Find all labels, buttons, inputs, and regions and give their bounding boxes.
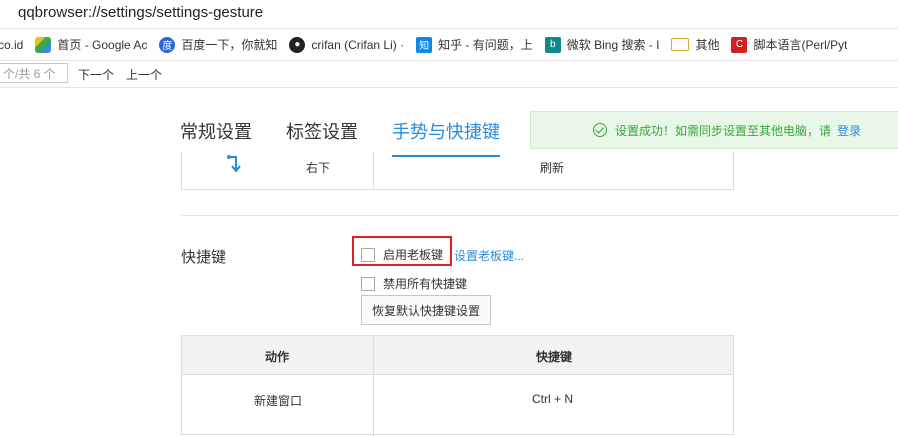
find-bar: 个/共 6 个 下一个 上一个	[0, 61, 898, 88]
zhihu-icon: 知	[416, 36, 433, 53]
settings-page: 常规设置 标签设置 手势与快捷键 设置成功！如需同步设置至其他电脑，请 登录 右…	[0, 88, 898, 436]
settings-tabs: 常规设置 标签设置 手势与快捷键	[180, 118, 534, 157]
bookmark-item[interactable]: 知 知乎 - 有问题，上	[416, 36, 533, 53]
bookmark-item[interactable]: 其他	[671, 36, 719, 53]
success-notice: 设置成功！如需同步设置至其他电脑，请 登录	[530, 111, 898, 149]
bookmark-item[interactable]: 首页 - Google Ac	[35, 36, 147, 53]
disable-all-row[interactable]: 禁用所有快捷键	[361, 275, 467, 292]
boss-key-label[interactable]: 启用老板键	[383, 246, 443, 263]
address-bar[interactable]: qqbrowser://settings/settings-gesture	[0, 0, 898, 29]
bookmark-item[interactable]: C 脚本语言(Perl/Pyt	[731, 36, 847, 53]
gesture-table: 右下 刷新	[181, 152, 734, 190]
folder-icon	[671, 38, 690, 51]
set-boss-key-link[interactable]: 设置老板键...	[454, 247, 524, 264]
tab-gesture-shortcuts[interactable]: 手势与快捷键	[392, 118, 500, 157]
bookmark-item[interactable]: ● crifan (Crifan Li) ·	[289, 36, 405, 53]
find-prev-button[interactable]: 上一个	[126, 66, 162, 83]
baidu-icon: 度	[159, 36, 176, 53]
boss-key-row[interactable]: 启用老板键	[361, 246, 443, 263]
column-header-action: 动作	[265, 350, 290, 364]
shortcuts-table: 动作 快捷键 新建窗口 Ctrl + N	[181, 335, 734, 436]
check-circle-icon	[593, 123, 607, 137]
google-ads-icon	[35, 36, 52, 53]
bookmark-label: 首页 - Google Ac	[57, 38, 148, 52]
github-icon: ●	[289, 36, 306, 53]
column-header-keys: 快捷键	[536, 350, 573, 364]
bookmark-item[interactable]: 度 百度一下，你就知	[159, 36, 277, 53]
bookmark-label: 百度一下，你就知	[181, 38, 278, 52]
find-next-button[interactable]: 下一个	[78, 66, 114, 83]
gesture-cell: 右下	[182, 152, 374, 189]
section-divider	[181, 215, 898, 216]
arrow-right-down-icon	[227, 155, 241, 173]
bookmark-item[interactable]: b 微软 Bing 搜索 - I	[544, 36, 660, 53]
gesture-direction: 右下	[306, 161, 331, 175]
find-input[interactable]: 个/共 6 个	[0, 63, 68, 83]
table-row-action: 新建窗口	[254, 394, 303, 408]
bookmarks-bar: co.id 首页 - Google Ac 度 百度一下，你就知 ● crifan…	[0, 29, 898, 61]
bookmark-label: 知乎 - 有问题，上	[438, 38, 533, 52]
bookmark-label: 微软 Bing 搜索 - I	[566, 38, 660, 52]
bing-icon: b	[544, 36, 561, 53]
tab-tabs[interactable]: 标签设置	[286, 118, 358, 154]
notice-text: 设置成功！如需同步设置至其他电脑，请	[615, 123, 832, 138]
bookmark-label: 其他	[695, 38, 720, 52]
column-divider	[373, 336, 374, 436]
boss-key-checkbox[interactable]	[361, 247, 375, 262]
bookmark-label: crifan (Crifan Li) ·	[311, 37, 405, 52]
tab-general[interactable]: 常规设置	[180, 118, 252, 154]
shortcuts-section-label: 快捷键	[181, 249, 227, 266]
table-row-keys[interactable]: Ctrl + N	[532, 392, 573, 406]
gesture-action[interactable]: 刷新	[540, 159, 564, 176]
bookmark-label: co.id	[0, 37, 24, 52]
login-link[interactable]: 登录	[837, 122, 861, 139]
bookmark-item[interactable]: co.id	[0, 38, 23, 52]
restore-defaults-button[interactable]: 恢复默认快捷键设置	[361, 295, 491, 325]
disable-all-label[interactable]: 禁用所有快捷键	[383, 275, 467, 292]
crifan-icon: C	[731, 36, 748, 53]
bookmark-label: 脚本语言(Perl/Pyt	[753, 38, 848, 52]
url-text[interactable]: qqbrowser://settings/settings-gesture	[18, 4, 263, 21]
disable-all-checkbox[interactable]	[361, 276, 375, 291]
